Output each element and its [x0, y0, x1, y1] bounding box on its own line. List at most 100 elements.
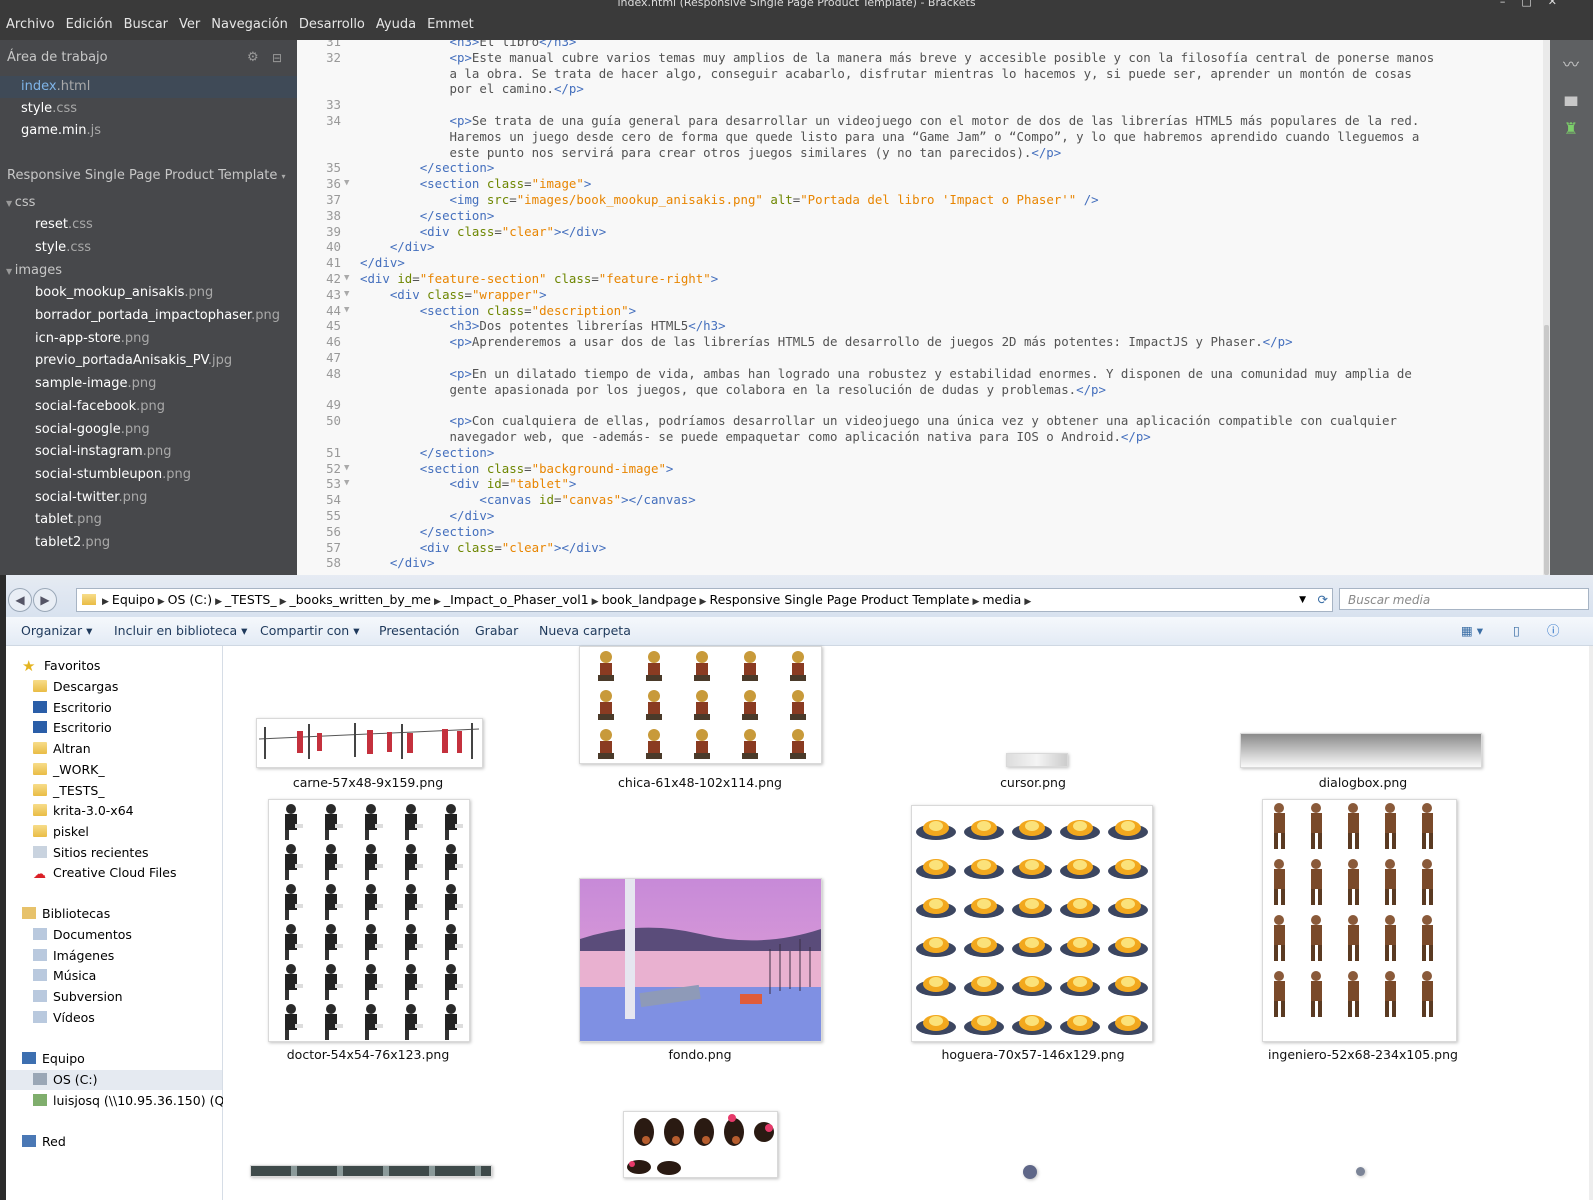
tree-folder[interactable]: ▼ css: [0, 191, 297, 214]
code-line[interactable]: gente apasionada por los juegos, que col…: [297, 382, 1543, 398]
scrollbar-thumb[interactable]: [1544, 325, 1549, 575]
breadcrumb-arrow-icon[interactable]: ▶: [280, 597, 287, 607]
tree-file[interactable]: tablet2.png: [0, 532, 297, 555]
fold-toggle-icon[interactable]: ▼: [344, 461, 349, 477]
code-line[interactable]: 46 <p>Aprenderemos a usar dos de las lib…: [297, 334, 1543, 350]
thumbnail-carne[interactable]: [256, 718, 483, 768]
tree-file[interactable]: style.css: [0, 237, 297, 260]
editor-scrollbar[interactable]: [1543, 40, 1550, 575]
breadcrumb-arrow-icon[interactable]: ▶: [1024, 597, 1031, 607]
file-label[interactable]: fondo.png: [580, 1047, 820, 1062]
code-line[interactable]: 43 ▼ <div class="wrapper">: [297, 287, 1543, 303]
tree-file[interactable]: social-stumbleupon.png: [0, 464, 297, 487]
code-line[interactable]: 47: [297, 350, 1543, 366]
help-icon[interactable]: ⓘ: [1547, 617, 1560, 645]
code-line[interactable]: 33: [297, 97, 1543, 113]
code-line[interactable]: 38 </section>: [297, 208, 1543, 224]
fold-toggle-icon[interactable]: ▼: [344, 476, 349, 492]
breadcrumb-arrow-icon[interactable]: ▶: [592, 597, 599, 607]
code-line[interactable]: 56 </section>: [297, 524, 1543, 540]
slideshow-button[interactable]: Presentación: [379, 617, 459, 645]
menu-ayuda[interactable]: Ayuda: [370, 13, 421, 37]
breadcrumb-arrow-icon[interactable]: ▶: [972, 597, 979, 607]
window-controls[interactable]: –□✕: [1500, 0, 1573, 7]
code-line[interactable]: 42 ▼ <div id="feature-section" class="feat…: [297, 271, 1543, 287]
history-dropdown-icon[interactable]: ▼: [1299, 589, 1306, 611]
thumbnail-partial-2[interactable]: [1023, 1165, 1037, 1179]
file-label[interactable]: hoguera-70x57-146x129.png: [913, 1047, 1153, 1062]
working-set-file[interactable]: game.min.js: [0, 120, 297, 142]
breadcrumb-segment[interactable]: _Impact_o_Phaser_vol1: [444, 592, 589, 607]
code-line[interactable]: 44 ▼ <section class="description">: [297, 303, 1543, 319]
code-line[interactable]: 55 </div>: [297, 508, 1543, 524]
code-line[interactable]: 49: [297, 397, 1543, 413]
burn-button[interactable]: Grabar: [475, 617, 518, 645]
code-line[interactable]: 36 ▼ <section class="image">: [297, 176, 1543, 192]
forward-arrow-icon[interactable]: ▶: [33, 588, 57, 612]
code-line[interactable]: este punto nos servirá para crear otros …: [297, 145, 1543, 161]
share-with-button[interactable]: Compartir con ▾: [260, 617, 359, 645]
working-set-file[interactable]: style.css: [0, 98, 297, 120]
fold-toggle-icon[interactable]: ▼: [344, 176, 349, 192]
preview-pane-icon[interactable]: ▯: [1513, 617, 1520, 645]
tree-file[interactable]: previo_portadaAnisakis_PV.jpg: [0, 350, 297, 373]
nav-favorite-item[interactable]: Sitios recientes: [33, 843, 149, 863]
nav-drive-q[interactable]: luisjosq (\\10.95.36.150) (Q:): [33, 1091, 233, 1111]
fold-toggle-icon[interactable]: ▼: [344, 303, 349, 319]
file-label[interactable]: chica-61x48-102x114.png: [580, 775, 820, 790]
file-label[interactable]: dialogbox.png: [1243, 775, 1483, 790]
breadcrumb-segment[interactable]: OS (C:): [168, 592, 212, 607]
back-arrow-icon[interactable]: ◀: [8, 588, 32, 612]
nav-favorite-item[interactable]: Escritorio: [33, 698, 112, 718]
breadcrumb-segment[interactable]: Equipo: [112, 592, 155, 607]
code-line[interactable]: 31 <h3>El libro</h3>: [297, 40, 1543, 50]
nav-library-item[interactable]: Imágenes: [33, 946, 114, 966]
nav-computer[interactable]: Equipo: [22, 1049, 85, 1069]
code-editor[interactable]: 31 <h3>El libro</h3> 32 <p>Este manual cu…: [297, 40, 1543, 575]
thumbnail-ingeniero[interactable]: [1262, 799, 1457, 1042]
nav-favorites[interactable]: ★ Favoritos: [22, 656, 100, 676]
nav-library-item[interactable]: Documentos: [33, 925, 132, 945]
thumbnail-fondo[interactable]: [579, 878, 822, 1042]
refresh-icon[interactable]: ⟳: [1318, 589, 1328, 611]
search-input[interactable]: Buscar media: [1339, 588, 1589, 610]
tree-file[interactable]: icn-app-store.png: [0, 328, 297, 351]
nav-library-item[interactable]: Vídeos: [33, 1008, 95, 1028]
address-breadcrumb[interactable]: ▶ Equipo ▶ OS (C:) ▶ _TESTS_ ▶ _books_written_b…: [76, 588, 1333, 612]
file-label[interactable]: carne-57x48-9x159.png: [248, 775, 488, 790]
nav-library-item[interactable]: Subversion: [33, 987, 123, 1007]
breadcrumb-arrow-icon[interactable]: ▶: [215, 597, 222, 607]
thumbnail-doctor[interactable]: [268, 799, 470, 1042]
thumbnail-dogs[interactable]: [623, 1111, 778, 1178]
gear-icon[interactable]: ⚙: [247, 40, 259, 76]
file-label[interactable]: ingeniero-52x68-234x105.png: [1243, 1047, 1483, 1062]
code-line[interactable]: 41 </div>: [297, 255, 1543, 271]
include-library-button[interactable]: Incluir en biblioteca ▾: [114, 617, 247, 645]
tree-file[interactable]: tablet.png: [0, 509, 297, 532]
menu-edicion[interactable]: Edición: [60, 13, 118, 37]
code-line[interactable]: 48 <p>En un dilatado tiempo de vida, amb…: [297, 366, 1543, 382]
menu-navegacion[interactable]: Navegación: [205, 13, 293, 37]
nav-favorite-item[interactable]: Altran: [33, 739, 91, 759]
breadcrumb-arrow-icon[interactable]: ▶: [700, 597, 707, 607]
file-label[interactable]: cursor.png: [913, 775, 1153, 790]
code-line[interactable]: 50 <p>Con cualquiera de ellas, podríamos…: [297, 413, 1543, 429]
menu-buscar[interactable]: Buscar: [118, 13, 173, 37]
breadcrumb-arrow-icon[interactable]: ▶: [434, 597, 441, 607]
file-label[interactable]: doctor-54x54-76x123.png: [248, 1047, 488, 1062]
menu-ver[interactable]: Ver: [173, 13, 205, 37]
menu-desarrollo[interactable]: Desarrollo: [293, 13, 370, 37]
new-folder-button[interactable]: Nueva carpeta: [539, 617, 631, 645]
code-line[interactable]: Haremos un juego desde cero de forma que…: [297, 129, 1543, 145]
code-line[interactable]: 40 </div>: [297, 239, 1543, 255]
code-line[interactable]: 32 <p>Este manual cubre varios temas muy…: [297, 50, 1543, 66]
code-line[interactable]: 51 </section>: [297, 445, 1543, 461]
thumbnail-chica[interactable]: [579, 646, 822, 764]
extension-icon[interactable]: ♜: [1560, 118, 1582, 140]
breadcrumb-arrow-icon[interactable]: ▶: [102, 597, 109, 607]
code-line[interactable]: 35 </section>: [297, 160, 1543, 176]
tree-file[interactable]: social-google.png: [0, 419, 297, 442]
nav-favorite-item[interactable]: krita-3.0-x64: [33, 801, 134, 821]
code-line[interactable]: 57 <div class="clear"></div>: [297, 540, 1543, 556]
view-options-icon[interactable]: ▦ ▾: [1461, 617, 1483, 645]
